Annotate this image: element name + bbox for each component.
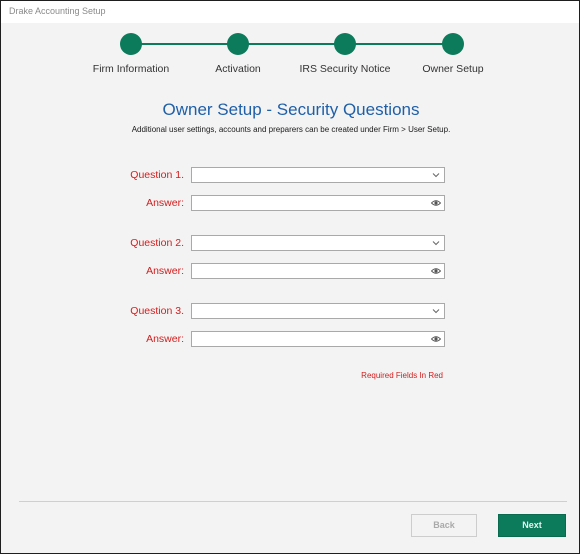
answer-3-label: Answer:: [146, 333, 184, 345]
question-2-label: Question 2.: [130, 237, 184, 249]
page-subtitle: Additional user settings, accounts and p…: [131, 125, 451, 134]
question-2-select[interactable]: [191, 235, 445, 251]
answer-2-field[interactable]: [191, 263, 445, 279]
chevron-down-icon: [432, 309, 440, 314]
answer-3-field[interactable]: [191, 331, 445, 347]
answer-2-label: Answer:: [146, 265, 184, 277]
step-activation: Activation: [178, 23, 298, 75]
answer-1-label: Answer:: [146, 197, 184, 209]
step-irs-security-notice: IRS Security Notice: [285, 23, 405, 75]
question-1-select[interactable]: [191, 167, 445, 183]
step-firm-information: Firm Information: [71, 23, 191, 75]
setup-window: Drake Accounting Setup Firm Information …: [0, 0, 580, 554]
step-indicator-dot: [334, 33, 356, 55]
step-owner-setup: Owner Setup: [393, 23, 513, 75]
title-bar: Drake Accounting Setup: [1, 1, 579, 23]
required-fields-note: Required Fields In Red: [361, 371, 443, 380]
question-3-select[interactable]: [191, 303, 445, 319]
step-indicator-dot: [442, 33, 464, 55]
eye-icon[interactable]: [431, 267, 441, 275]
page-title: Owner Setup - Security Questions: [162, 100, 420, 119]
eye-icon[interactable]: [431, 199, 441, 207]
step-indicator-dot: [120, 33, 142, 55]
question-1-label: Question 1.: [130, 169, 184, 181]
step-label: Firm Information: [92, 63, 170, 75]
step-label: Activation: [215, 63, 261, 75]
chevron-down-icon: [432, 173, 440, 178]
back-button[interactable]: Back: [411, 514, 477, 537]
step-indicator-dot: [227, 33, 249, 55]
chevron-down-icon: [432, 241, 440, 246]
next-button[interactable]: Next: [498, 514, 566, 537]
setup-stepper: Firm Information Activation IRS Security…: [1, 23, 579, 83]
question-3-label: Question 3.: [130, 305, 184, 317]
step-label: IRS Security Notice: [299, 63, 391, 75]
footer-divider: [19, 501, 567, 502]
eye-icon[interactable]: [431, 335, 441, 343]
step-label: Owner Setup: [422, 63, 484, 75]
answer-1-field[interactable]: [191, 195, 445, 211]
window-title: Drake Accounting Setup: [9, 6, 106, 16]
